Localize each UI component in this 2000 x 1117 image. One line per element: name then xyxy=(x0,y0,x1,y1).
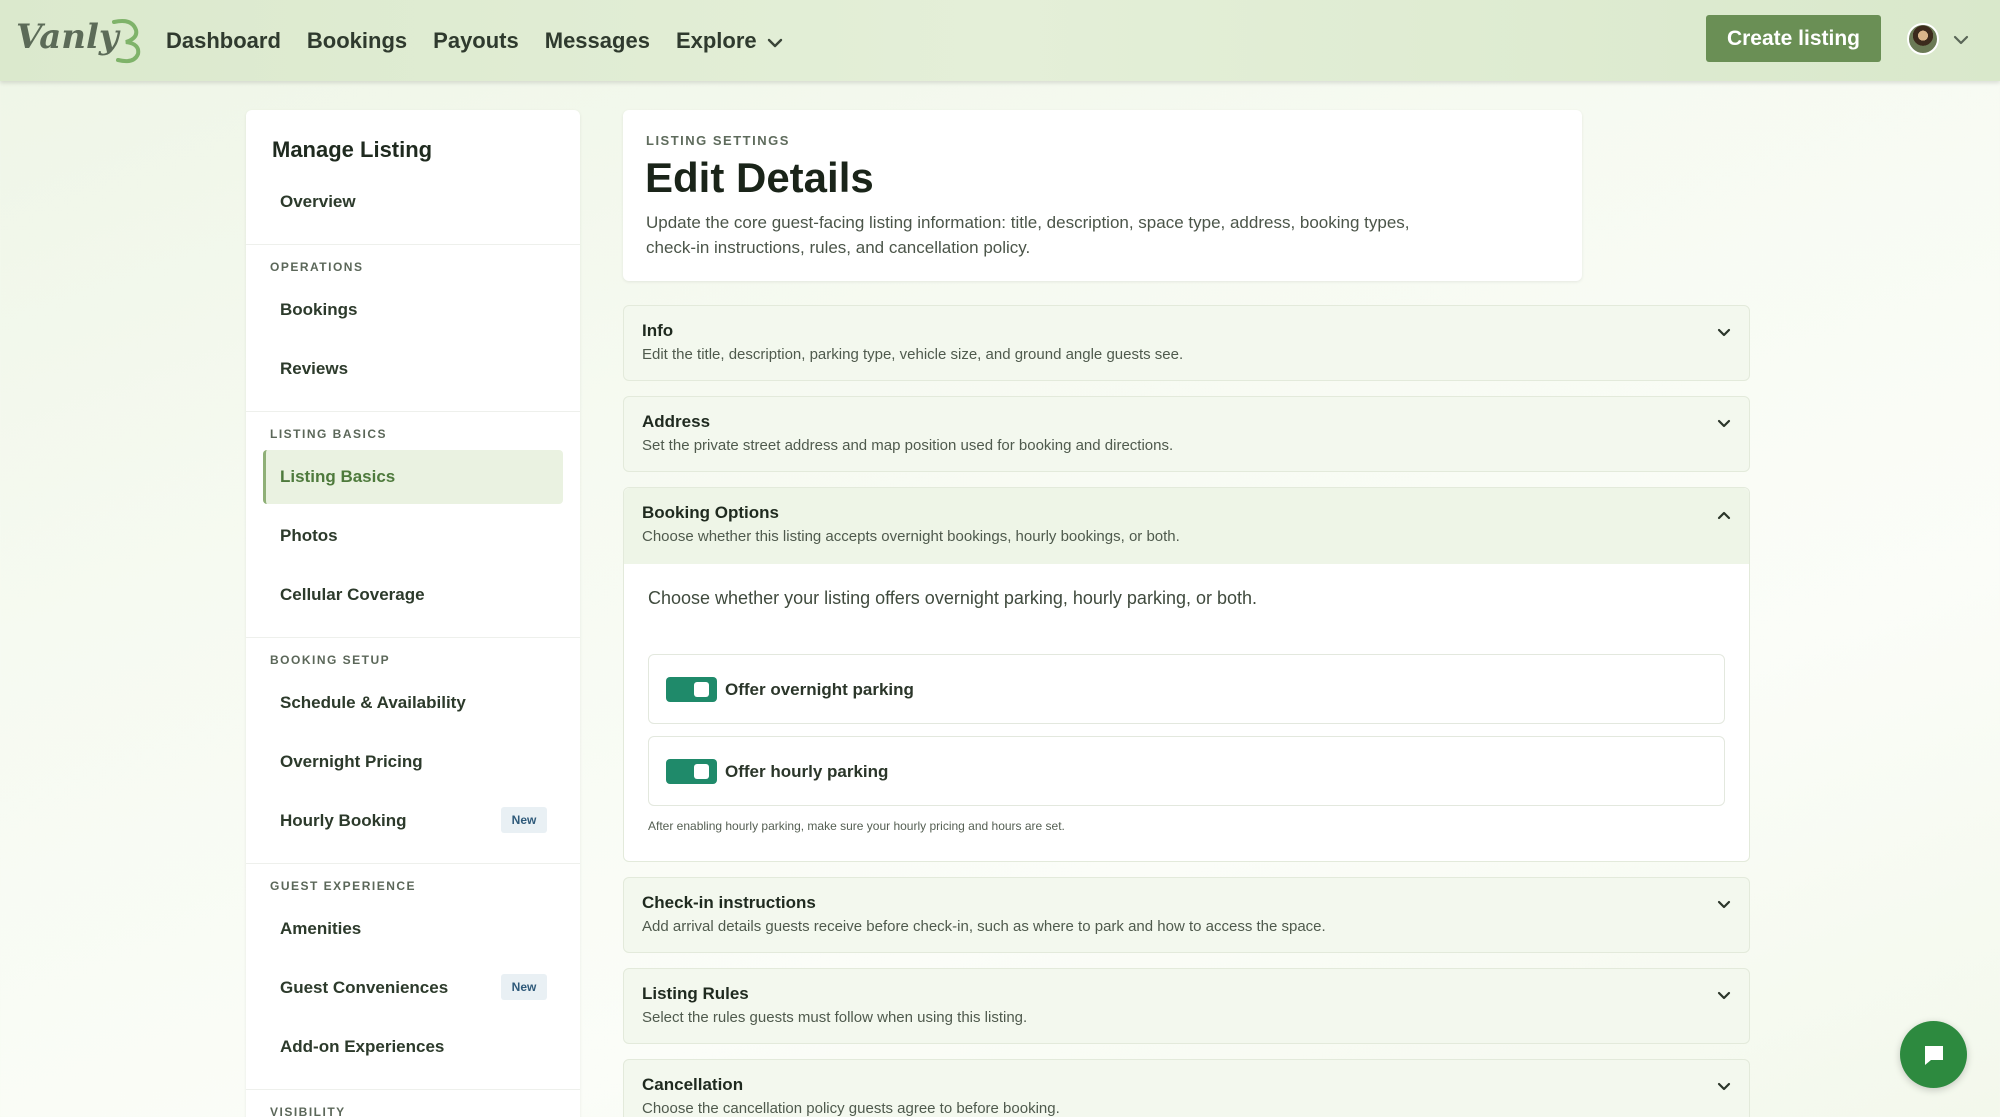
accordion-title: Address xyxy=(642,412,711,431)
chevron-down-icon[interactable] xyxy=(1713,985,1735,1007)
chevron-down-icon[interactable] xyxy=(1951,30,1971,50)
accordion-subtitle: Edit the title, description, parking typ… xyxy=(642,346,1184,363)
sidebar-item-hourly-booking[interactable]: Hourly Booking xyxy=(280,811,407,831)
chevron-down-icon[interactable] xyxy=(1713,413,1735,435)
nav-bookings[interactable]: Bookings xyxy=(307,28,407,54)
accordion-booking-options: Booking Options Choose whether this list… xyxy=(623,487,1750,862)
chat-button[interactable] xyxy=(1900,1021,1967,1088)
page-header-card: LISTING SETTINGS Edit Details Update the… xyxy=(623,110,1582,281)
accordion-checkin[interactable]: Check-in instructions Add arrival detail… xyxy=(623,877,1750,953)
sidebar-item-guest-conveniences[interactable]: Guest Conveniences xyxy=(280,978,448,998)
hourly-parking-row: Offer hourly parking xyxy=(648,736,1725,806)
chevron-down-icon[interactable] xyxy=(1713,1076,1735,1098)
sidebar-divider xyxy=(246,1089,580,1090)
section-guest-experience: GUEST EXPERIENCE xyxy=(270,879,417,893)
hourly-parking-toggle[interactable] xyxy=(666,759,717,784)
manage-listing-sidebar: Manage Listing Overview OPERATIONS Booki… xyxy=(246,110,580,1117)
sidebar-item-bookings[interactable]: Bookings xyxy=(280,300,357,320)
create-listing-button[interactable]: Create listing xyxy=(1706,15,1881,62)
accordion-title: Listing Rules xyxy=(642,984,749,1003)
sidebar-item-cellular-coverage[interactable]: Cellular Coverage xyxy=(280,585,425,605)
nav-payouts[interactable]: Payouts xyxy=(433,28,519,54)
sidebar-item-photos[interactable]: Photos xyxy=(280,526,338,546)
accordion-subtitle: Add arrival details guests receive befor… xyxy=(642,918,1326,935)
chevron-down-icon xyxy=(767,38,782,47)
chevron-up-icon[interactable] xyxy=(1713,504,1735,526)
hourly-parking-label: Offer hourly parking xyxy=(725,762,889,781)
accordion-info[interactable]: Info Edit the title, description, parkin… xyxy=(623,305,1750,381)
accordion-subtitle: Choose whether this listing accepts over… xyxy=(642,528,1180,545)
sidebar-item-listing-basics[interactable]: Listing Basics xyxy=(280,467,395,487)
page-description: Update the core guest-facing listing inf… xyxy=(646,213,1410,257)
section-operations: OPERATIONS xyxy=(270,260,364,274)
overnight-parking-toggle[interactable] xyxy=(666,677,717,702)
main-nav: Dashboard Bookings Payouts Messages Expl… xyxy=(166,0,785,81)
sidebar-item-overview[interactable]: Overview xyxy=(280,192,356,212)
accordion-subtitle: Set the private street address and map p… xyxy=(642,437,1174,454)
chat-bubble-icon xyxy=(1924,1045,1943,1065)
sidebar-item-schedule[interactable]: Schedule & Availability xyxy=(280,693,466,713)
sidebar-title: Manage Listing xyxy=(272,137,433,162)
accordion-address[interactable]: Address Set the private street address a… xyxy=(623,396,1750,472)
sidebar-divider xyxy=(246,244,580,245)
sidebar-item-amenities[interactable]: Amenities xyxy=(280,919,361,939)
nav-explore-label: Explore xyxy=(675,27,757,53)
section-listing-basics: LISTING BASICS xyxy=(270,427,388,441)
new-badge: New xyxy=(501,974,547,1000)
nav-messages[interactable]: Messages xyxy=(545,28,650,54)
accordion-title: Cancellation xyxy=(642,1075,744,1094)
chevron-down-icon[interactable] xyxy=(1713,894,1735,916)
section-visibility: VISIBILITY xyxy=(270,1105,346,1117)
accordion-title: Info xyxy=(642,321,674,340)
accordion-subtitle: Select the rules guests must follow when… xyxy=(642,1009,1028,1026)
sidebar-item-overnight-pricing[interactable]: Overnight Pricing xyxy=(280,752,423,772)
new-badge: New xyxy=(501,807,547,833)
sidebar-divider xyxy=(246,411,580,412)
sidebar-divider xyxy=(246,637,580,638)
svg-text:Vanly: Vanly xyxy=(16,17,121,57)
accordion-cancellation[interactable]: Cancellation Choose the cancellation pol… xyxy=(623,1059,1750,1117)
accordion-header[interactable] xyxy=(624,488,1749,564)
accordion-listing-rules[interactable]: Listing Rules Select the rules guests mu… xyxy=(623,968,1750,1044)
sidebar-item-reviews[interactable]: Reviews xyxy=(280,359,348,379)
vanly-logo[interactable]: Vanly xyxy=(14,12,144,64)
sidebar-divider xyxy=(246,863,580,864)
page-eyebrow: LISTING SETTINGS xyxy=(646,133,790,148)
top-navigation-bar: Vanly Dashboard Bookings Payouts Message… xyxy=(0,0,2000,81)
accordion-subtitle: Choose the cancellation policy guests ag… xyxy=(642,1100,1060,1117)
booking-options-intro: Choose whether your listing offers overn… xyxy=(648,588,1258,608)
nav-explore[interactable]: Explore xyxy=(676,28,785,54)
overnight-parking-row: Offer overnight parking xyxy=(648,654,1725,724)
page-title: Edit Details xyxy=(645,154,874,201)
accordion-title: Booking Options xyxy=(642,503,779,522)
sidebar-item-addon-experiences[interactable]: Add-on Experiences xyxy=(280,1037,444,1057)
accordion-title: Check-in instructions xyxy=(642,893,816,912)
section-booking-setup: BOOKING SETUP xyxy=(270,653,391,667)
nav-dashboard[interactable]: Dashboard xyxy=(166,28,281,54)
user-avatar[interactable] xyxy=(1907,23,1939,55)
hourly-parking-hint: After enabling hourly parking, make sure… xyxy=(648,819,1065,833)
chevron-down-icon[interactable] xyxy=(1713,322,1735,344)
overnight-parking-label: Offer overnight parking xyxy=(725,680,914,699)
